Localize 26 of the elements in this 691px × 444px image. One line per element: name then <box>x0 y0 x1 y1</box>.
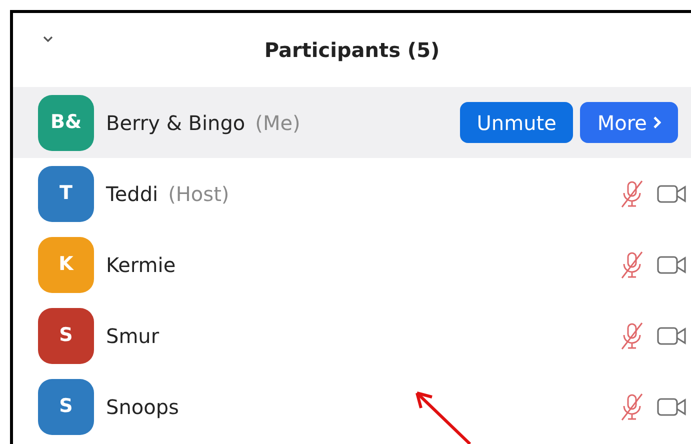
role-label: (Me) <box>255 110 300 136</box>
video-camera-icon[interactable] <box>657 326 687 346</box>
role-label: (Host) <box>168 180 230 208</box>
participant-name: Smur <box>106 322 160 350</box>
video-camera-icon[interactable] <box>657 254 687 274</box>
avatar: B& <box>38 94 94 150</box>
avatar: K <box>38 236 94 292</box>
more-button[interactable]: More <box>580 102 678 143</box>
video-camera-icon[interactable] <box>657 396 687 416</box>
chevron-icon[interactable] <box>43 36 53 43</box>
muted-microphone-icon[interactable] <box>619 392 645 422</box>
avatar: S <box>38 378 94 434</box>
participant-name: Snoops <box>106 394 179 420</box>
participant-name: Teddi <box>106 180 158 208</box>
avatar: S <box>38 308 94 364</box>
chevron-right-icon <box>653 116 661 129</box>
muted-microphone-icon[interactable] <box>619 250 645 280</box>
muted-microphone-icon[interactable] <box>619 320 645 350</box>
video-camera-icon[interactable] <box>657 184 687 204</box>
unmute-button[interactable]: Unmute <box>460 102 574 143</box>
panel-title: Participants (5) <box>264 37 440 64</box>
avatar: T <box>38 166 94 222</box>
participant-row[interactable]: B& Berry & Bingo (Me) Unmute More <box>13 87 691 158</box>
muted-microphone-icon[interactable] <box>619 178 645 208</box>
participant-name: Kermie <box>106 252 176 278</box>
participant-name: Berry & Bingo <box>106 110 246 136</box>
